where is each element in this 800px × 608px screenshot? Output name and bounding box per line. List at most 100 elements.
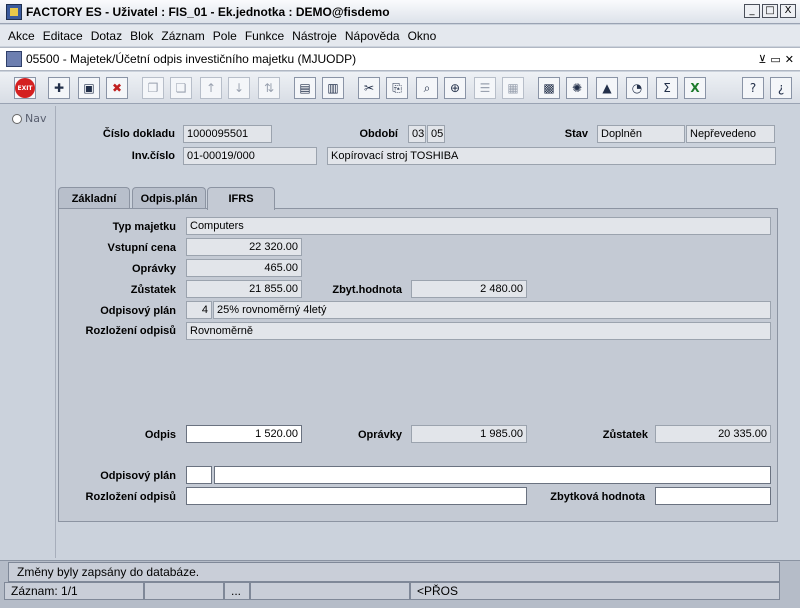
app-title-bar: FACTORY ES - Uživatel : FIS_01 - Ek.jedn… [0, 0, 800, 24]
calculator-icon: ▩ [543, 81, 555, 95]
zbyt-hodnota-field[interactable]: 2 480.00 [411, 280, 527, 298]
print-preview-button[interactable]: ▥ [322, 77, 344, 99]
paste-button[interactable]: ❏ [170, 77, 192, 99]
excel-icon: X [690, 81, 700, 95]
list-button[interactable]: ☰ [474, 77, 496, 99]
menu-nastroje[interactable]: Nástroje [288, 29, 341, 43]
odpis-label: Odpis [144, 429, 176, 441]
sort-icon: ⇅ [263, 81, 275, 95]
menu-zaznam[interactable]: Záznam [157, 29, 208, 43]
copy-button[interactable]: ❐ [142, 77, 164, 99]
grid-button[interactable]: ▦ [502, 77, 524, 99]
insert-record-icon: ✚ [53, 81, 65, 95]
wheel-button[interactable]: ✺ [566, 77, 588, 99]
stav-field-2[interactable]: Nepřevedeno [686, 125, 775, 143]
copy-record-icon: ⎘ [392, 80, 402, 95]
list-icon: ☰ [479, 81, 491, 95]
cut-icon: ✂ [363, 81, 375, 95]
minimize-button[interactable]: _ [744, 4, 760, 18]
sort-desc-button[interactable]: ↓ [228, 77, 250, 99]
find-button[interactable]: ⌕ [416, 77, 438, 99]
rozlozeni2-field[interactable] [186, 487, 527, 505]
help-icon: ? [749, 81, 757, 95]
odpisovy-plan-field[interactable]: 25% rovnoměrný 4letý [213, 301, 771, 319]
help-button[interactable]: ? [742, 77, 764, 99]
insert-record-button[interactable]: ✚ [48, 77, 70, 99]
excel-button[interactable]: X [684, 77, 706, 99]
delete-record-button[interactable]: ✖ [106, 77, 128, 99]
cut-button[interactable]: ✂ [358, 77, 380, 99]
triangle-button[interactable]: ▲ [596, 77, 618, 99]
odpis-field[interactable]: 1 520.00 [186, 425, 302, 443]
status-cell-3: ... [224, 582, 250, 600]
zbytkova-field[interactable] [655, 487, 771, 505]
paste-icon: ❏ [175, 81, 187, 95]
tab-zakladni[interactable]: Základní [58, 187, 130, 209]
maximize-button[interactable]: □ [762, 4, 778, 18]
context-help-button[interactable]: ¿ [770, 77, 792, 99]
zustatek-field[interactable]: 21 855.00 [186, 280, 302, 298]
copy-record-button[interactable]: ⎘ [386, 77, 408, 99]
odpisovy-plan-code-field[interactable]: 4 [186, 301, 212, 319]
stav-label: Stav [564, 128, 588, 140]
sort-button[interactable]: ⇅ [258, 77, 280, 99]
form-minimize-button[interactable]: ⊻ [758, 53, 766, 66]
save-icon: ▣ [83, 81, 95, 95]
menu-dotaz[interactable]: Dotaz [87, 29, 126, 43]
tab-ifrs[interactable]: IFRS [207, 187, 275, 210]
save-button[interactable]: ▣ [78, 77, 100, 99]
print-preview-icon: ▥ [327, 81, 339, 95]
nav-radio[interactable] [12, 114, 22, 124]
app-icon [6, 3, 22, 20]
status-mode: <PŘOS [410, 582, 780, 600]
odpisovy-plan2-field[interactable] [214, 466, 771, 484]
sort-asc-button[interactable]: ↑ [200, 77, 222, 99]
menu-funkce[interactable]: Funkce [241, 29, 288, 43]
form-close-button[interactable]: ✕ [785, 53, 794, 66]
typ-majetku-label: Typ majetku [112, 221, 176, 233]
menu-akce[interactable]: Akce [4, 29, 39, 43]
triangle-icon: ▲ [602, 81, 612, 95]
exit-icon: EXIT [15, 78, 35, 98]
typ-majetku-field[interactable]: Computers [186, 217, 771, 235]
opravky-field[interactable]: 465.00 [186, 259, 302, 277]
rozlozeni-field[interactable]: Rovnoměrně [186, 322, 771, 340]
status-cell-4 [250, 582, 410, 600]
toolbar: EXIT ✚ ▣ ✖ ❐ ❏ ↑ ↓ ⇅ ▤ ▥ ✂ ⎘ ⌕ ⊕ ☰ ▦ ▩ ✺… [0, 72, 800, 104]
menu-okno[interactable]: Okno [404, 29, 441, 43]
inv-cislo-field[interactable]: 01-00019/000 [183, 147, 317, 165]
menu-editace[interactable]: Editace [39, 29, 87, 43]
form-title: 05500 - Majetek/Účetní odpis investičníh… [26, 52, 357, 66]
close-button[interactable]: X [780, 4, 796, 18]
vstupni-cena-field[interactable]: 22 320.00 [186, 238, 302, 256]
zustatek-label: Zůstatek [130, 284, 176, 296]
cislo-dokladu-field[interactable]: 1000095501 [183, 125, 272, 143]
exit-button[interactable]: EXIT [14, 77, 36, 99]
find-icon: ⌕ [423, 80, 431, 95]
obdobi-month-field[interactable]: 03 [408, 125, 426, 143]
opravky2-field[interactable]: 1 985.00 [411, 425, 527, 443]
obdobi-label: Období [359, 128, 399, 140]
odpisovy-plan2-code-field[interactable] [186, 466, 212, 484]
zbyt-hodnota-label: Zbyt.hodnota [332, 284, 402, 296]
app-title: FACTORY ES - Uživatel : FIS_01 - Ek.jedn… [26, 4, 390, 19]
gauge-icon: ◔ [631, 81, 643, 95]
inv-popis-field[interactable]: Kopírovací stroj TOSHIBA [327, 147, 776, 165]
tab-odpis-plan[interactable]: Odpis.plán [132, 187, 206, 209]
calculator-button[interactable]: ▩ [538, 77, 560, 99]
gauge-button[interactable]: ◔ [626, 77, 648, 99]
status-cell-2 [144, 582, 224, 600]
nav-label: Nav [25, 112, 47, 125]
obdobi-year-field[interactable]: 05 [427, 125, 445, 143]
zustatek2-field[interactable]: 20 335.00 [655, 425, 771, 443]
stav-field-1[interactable]: Doplněn [597, 125, 685, 143]
print-button[interactable]: ▤ [294, 77, 316, 99]
menu-pole[interactable]: Pole [209, 29, 241, 43]
menu-napoveda[interactable]: Nápověda [341, 29, 404, 43]
odpisovy-plan2-label: Odpisový plán [100, 470, 176, 482]
rozlozeni2-label: Rozložení odpisů [85, 491, 176, 503]
zoom-button[interactable]: ⊕ [444, 77, 466, 99]
form-restore-button[interactable]: ▭ [770, 53, 780, 66]
sum-button[interactable]: Σ [656, 77, 678, 99]
menu-blok[interactable]: Blok [126, 29, 157, 43]
